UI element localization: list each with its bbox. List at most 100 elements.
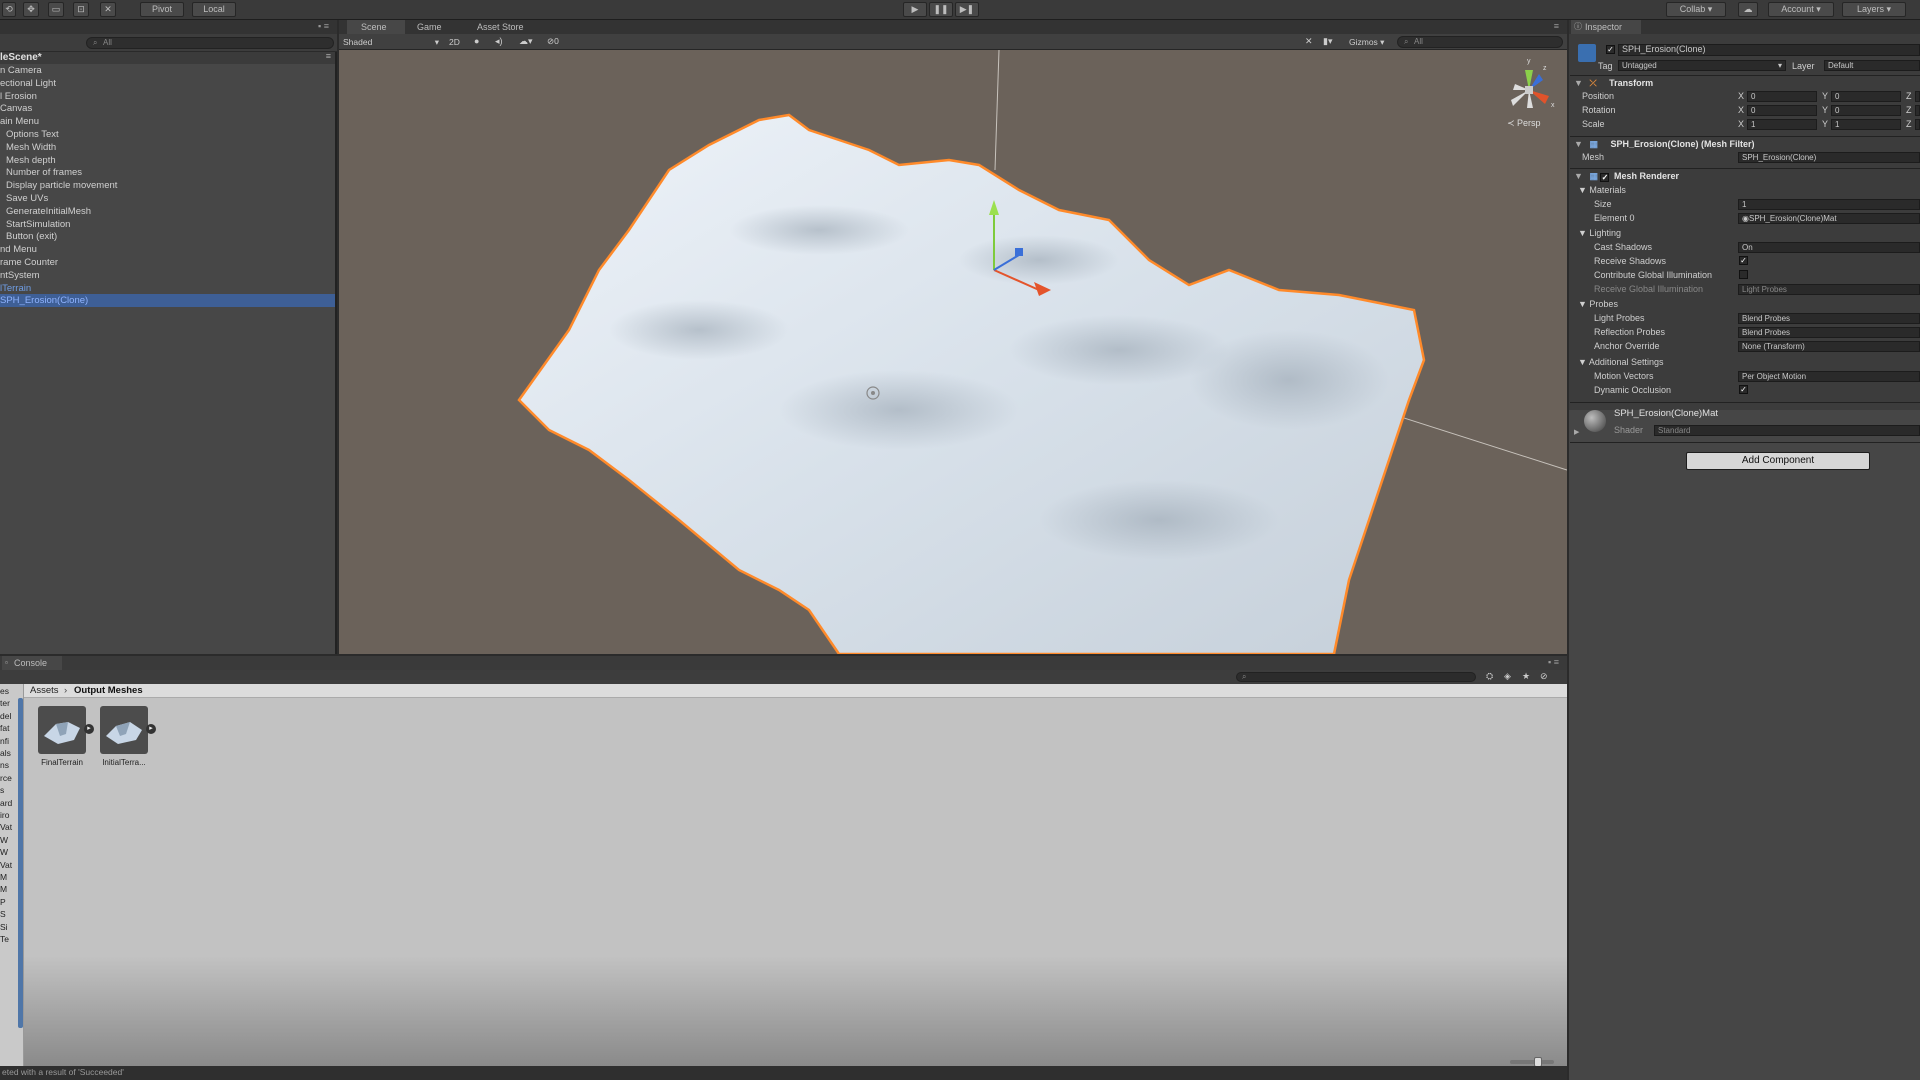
- rect-tool-icon[interactable]: ▭: [48, 2, 64, 17]
- scene-viewport[interactable]: y z x ≺ Persp: [339, 50, 1567, 654]
- transform-z-field[interactable]: 0: [1915, 91, 1920, 102]
- mesh-renderer-enabled-checkbox[interactable]: ✓: [1600, 173, 1610, 182]
- hierarchy-item[interactable]: GenerateInitialMesh: [0, 205, 335, 218]
- pivot-button[interactable]: Pivot: [140, 2, 184, 17]
- hierarchy-item[interactable]: Canvas: [0, 102, 335, 115]
- contribute-gi-checkbox[interactable]: [1739, 270, 1748, 279]
- scene-tools-icon[interactable]: ✕: [1305, 36, 1313, 47]
- hand-tool-icon[interactable]: ⟲: [2, 2, 16, 17]
- console-panel-menu-icon[interactable]: ▪ ≡: [1548, 657, 1559, 667]
- receive-shadows-checkbox[interactable]: ✓: [1739, 256, 1748, 265]
- tab-console[interactable]: ▫ Console: [2, 656, 62, 670]
- hierarchy-item[interactable]: nd Menu: [0, 243, 335, 256]
- camera-settings-icon[interactable]: ▮▾: [1323, 36, 1332, 47]
- local-button[interactable]: Local: [192, 2, 236, 17]
- folder-tree-item[interactable]: fat: [0, 723, 9, 733]
- hierarchy-item[interactable]: Options Text: [0, 128, 335, 141]
- hierarchy-item[interactable]: Mesh depth: [0, 154, 335, 167]
- tag-dropdown[interactable]: Untagged ▾: [1618, 60, 1786, 71]
- materials-foldout[interactable]: ▼ Materials: [1578, 184, 1626, 196]
- effects-toggle-icon[interactable]: ☁▾: [519, 36, 533, 47]
- toggle-2d-button[interactable]: 2D: [449, 36, 467, 48]
- hierarchy-search-input[interactable]: ⌕ All: [86, 37, 334, 49]
- filter-label-icon[interactable]: ◈: [1504, 671, 1511, 682]
- hierarchy-item[interactable]: n Camera: [0, 64, 335, 77]
- transform-tool-icon[interactable]: ⊡: [73, 2, 89, 17]
- custom-tool-icon[interactable]: ✕: [100, 2, 116, 17]
- folder-tree-item[interactable]: P: [0, 897, 6, 907]
- shader-dropdown[interactable]: Standard: [1654, 425, 1920, 436]
- hierarchy-item[interactable]: Save UVs: [0, 192, 335, 205]
- reflection-probes-dropdown[interactable]: Blend Probes: [1738, 327, 1920, 338]
- mesh-field[interactable]: SPH_Erosion(Clone): [1738, 152, 1920, 163]
- layer-dropdown[interactable]: Default: [1824, 60, 1920, 71]
- transform-z-field[interactable]: 1: [1915, 119, 1920, 130]
- hierarchy-item[interactable]: ain Menu: [0, 115, 335, 128]
- filter-type-icon[interactable]: ⛭: [1486, 671, 1493, 682]
- light-probes-dropdown[interactable]: Blend Probes: [1738, 313, 1920, 324]
- tab-inspector[interactable]: ⓘ Inspector: [1571, 20, 1641, 34]
- account-dropdown[interactable]: Account ▾: [1768, 2, 1834, 17]
- tab-scene[interactable]: Scene: [347, 20, 405, 34]
- add-component-button[interactable]: Add Component: [1686, 452, 1870, 470]
- play-button[interactable]: ▶: [903, 2, 927, 17]
- hidden-packages-icon[interactable]: ⊘: [1540, 671, 1548, 682]
- hierarchy-item[interactable]: SPH_Erosion(Clone): [0, 294, 335, 308]
- move-tool-icon[interactable]: ✥: [23, 2, 39, 17]
- mesh-renderer-header[interactable]: ▼ ▦ ✓ Mesh Renderer: [1574, 170, 1920, 182]
- breadcrumb-root[interactable]: Assets: [30, 685, 59, 696]
- transform-x-field[interactable]: 0: [1747, 105, 1817, 116]
- hierarchy-item[interactable]: Display particle movement: [0, 179, 335, 192]
- tab-asset-store[interactable]: Asset Store: [463, 20, 543, 34]
- size-field[interactable]: 1: [1738, 199, 1920, 210]
- folder-tree-item[interactable]: Vat: [0, 822, 12, 832]
- mesh-filter-header[interactable]: ▼ ▦ SPH_Erosion(Clone) (Mesh Filter): [1574, 138, 1920, 150]
- folder-tree-item[interactable]: als: [0, 748, 11, 758]
- favorite-star-icon[interactable]: ★: [1522, 671, 1530, 682]
- cast-shadows-dropdown[interactable]: On: [1738, 242, 1920, 253]
- folder-tree-item[interactable]: Si: [0, 922, 8, 932]
- folder-tree-scrollbar[interactable]: [18, 698, 23, 1028]
- tab-game[interactable]: Game: [403, 20, 463, 34]
- folder-tree-item[interactable]: S: [0, 909, 6, 919]
- hierarchy-item[interactable]: Number of frames: [0, 166, 335, 179]
- hierarchy-item[interactable]: l Erosion: [0, 90, 335, 103]
- audio-toggle-icon[interactable]: ◂): [495, 36, 503, 47]
- projection-toggle[interactable]: ≺ Persp: [1507, 118, 1541, 129]
- hierarchy-item[interactable]: Mesh Width: [0, 141, 335, 154]
- gizmo-center[interactable]: [1525, 86, 1533, 94]
- panel-menu-icon[interactable]: ▪ ≡: [318, 21, 329, 31]
- folder-tree-item[interactable]: ter: [0, 698, 10, 708]
- transform-x-field[interactable]: 0: [1747, 91, 1817, 102]
- hidden-objects-toggle[interactable]: ⊘0: [547, 36, 559, 47]
- lighting-foldout[interactable]: ▼ Lighting: [1578, 227, 1621, 239]
- asset-item[interactable]: ▸ InitialTerra...: [100, 706, 156, 770]
- transform-y-field[interactable]: 0: [1831, 105, 1901, 116]
- folder-tree-item[interactable]: iro: [0, 810, 9, 820]
- hierarchy-item[interactable]: ntSystem: [0, 269, 335, 282]
- scene-header-row[interactable]: leScene* ≡: [0, 51, 335, 64]
- breadcrumb-current[interactable]: Output Meshes: [74, 685, 143, 696]
- pause-button[interactable]: ❚❚: [929, 2, 953, 17]
- additional-settings-foldout[interactable]: ▼ Additional Settings: [1578, 356, 1663, 368]
- folder-tree-item[interactable]: del: [0, 711, 11, 721]
- scene-panel-menu-icon[interactable]: ≡: [1554, 21, 1559, 31]
- folder-tree-item[interactable]: nfi: [0, 736, 9, 746]
- transform-x-field[interactable]: 1: [1747, 119, 1817, 130]
- motion-vectors-dropdown[interactable]: Per Object Motion: [1738, 371, 1920, 382]
- layers-dropdown[interactable]: Layers ▾: [1842, 2, 1906, 17]
- folder-tree-item[interactable]: Te: [0, 934, 9, 944]
- hierarchy-item[interactable]: lTerrain: [0, 282, 335, 295]
- probes-foldout[interactable]: ▼ Probes: [1578, 298, 1618, 310]
- hierarchy-item[interactable]: rame Counter: [0, 256, 335, 269]
- transform-header[interactable]: ▼ ⤫ Transform: [1574, 77, 1920, 89]
- asset-item[interactable]: ▸ FinalTerrain: [38, 706, 94, 770]
- folder-tree-item[interactable]: W: [0, 847, 8, 857]
- folder-tree-item[interactable]: ard: [0, 798, 12, 808]
- transform-z-field[interactable]: 0: [1915, 105, 1920, 116]
- active-checkbox[interactable]: ✓: [1606, 45, 1615, 54]
- folder-tree-item[interactable]: es: [0, 686, 9, 696]
- step-button[interactable]: ▶❚: [955, 2, 979, 17]
- folder-tree-item[interactable]: M: [0, 872, 7, 882]
- expand-arrow-icon[interactable]: ▸: [146, 724, 156, 734]
